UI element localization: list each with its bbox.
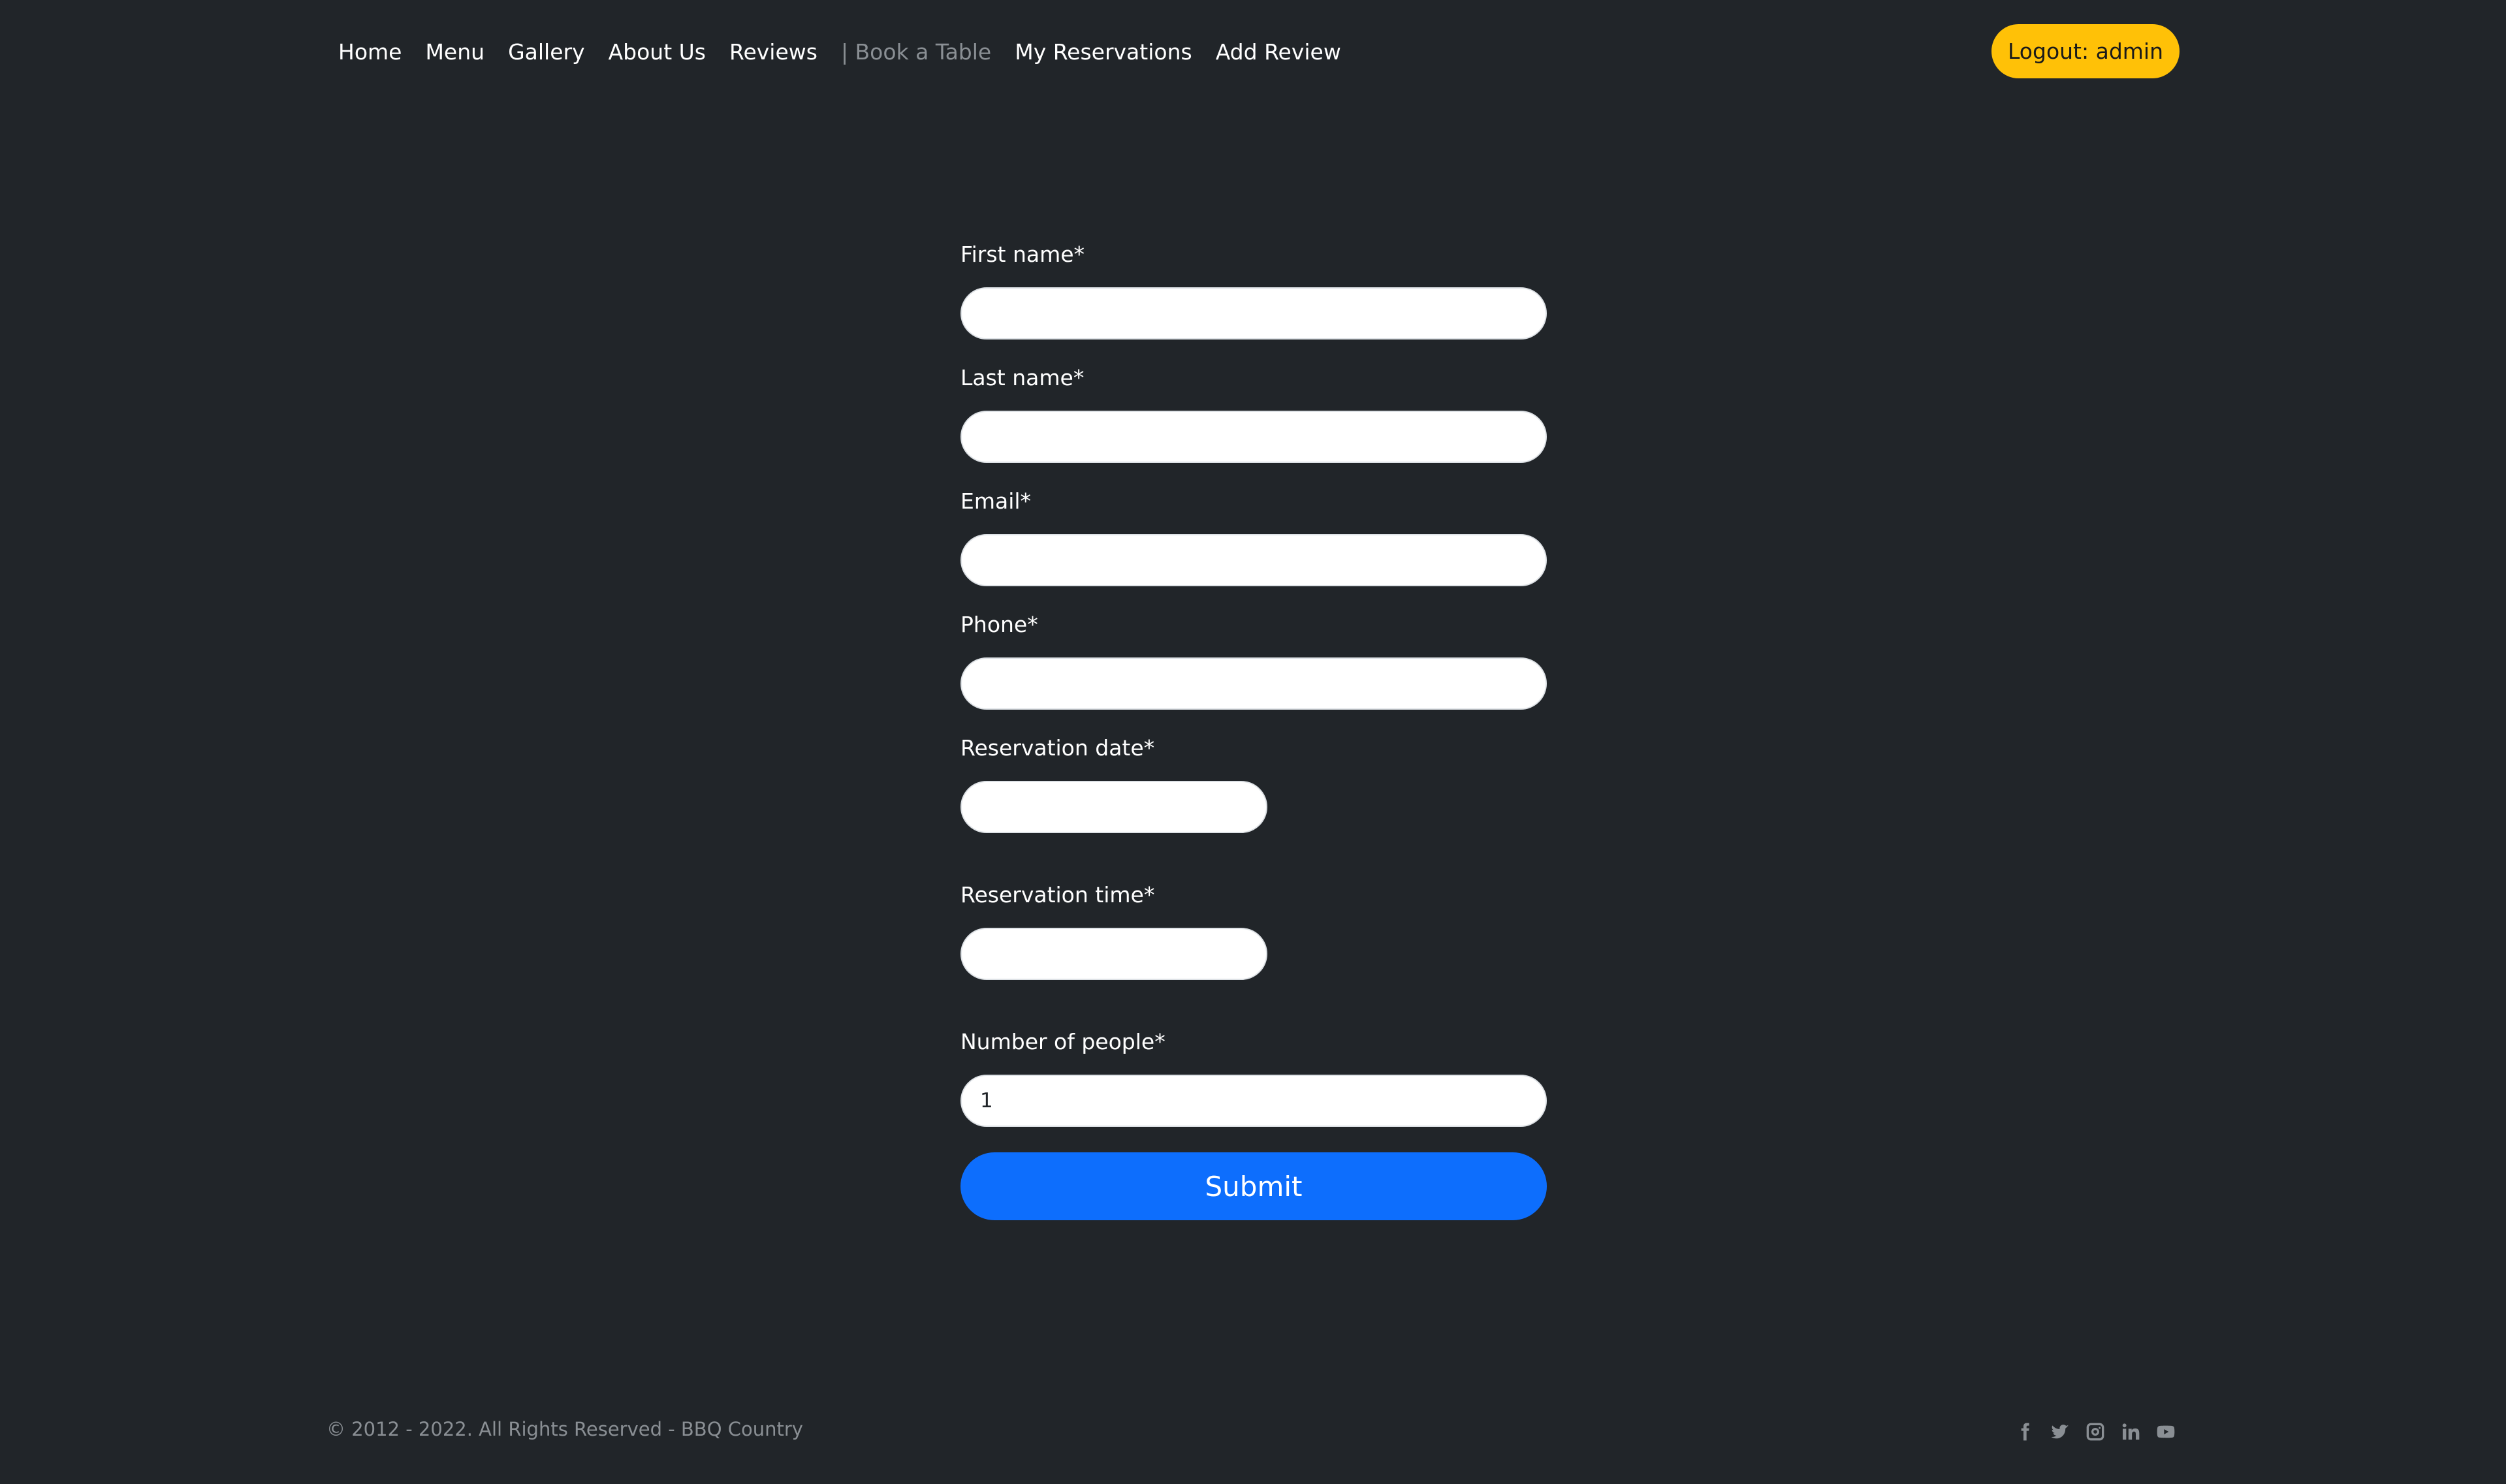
twitter-icon[interactable] [2050,1421,2070,1442]
nav-links: Home Menu Gallery About Us Reviews | Boo… [338,33,1341,72]
nav-link-reviews[interactable]: Reviews [729,33,817,72]
nav-link-menu[interactable]: Menu [425,33,484,72]
logout-button[interactable]: Logout: admin [1991,24,2180,78]
youtube-icon[interactable] [2155,1421,2176,1442]
top-navbar: Home Menu Gallery About Us Reviews | Boo… [0,0,2506,104]
facebook-icon[interactable] [2014,1421,2035,1442]
reservation-date-label: Reservation date* [960,735,1155,761]
email-input[interactable] [960,534,1547,586]
nav-link-add-review[interactable]: Add Review [1216,33,1341,72]
nav-link-book-a-table[interactable]: | Book a Table [841,33,991,72]
reservation-date-input[interactable] [960,781,1267,833]
phone-label: Phone* [960,612,1038,637]
submit-button[interactable]: Submit [960,1152,1547,1220]
copyright-text: © 2012 - 2022. All Rights Reserved - BBQ… [326,1418,803,1440]
linkedin-icon[interactable] [2120,1421,2141,1442]
first-name-input[interactable] [960,287,1547,339]
nav-link-home[interactable]: Home [338,33,402,72]
reservation-time-label: Reservation time* [960,882,1155,908]
email-label: Email* [960,488,1032,514]
number-of-people-input[interactable] [960,1075,1547,1127]
last-name-label: Last name* [960,365,1085,390]
reservation-time-input[interactable] [960,928,1267,980]
instagram-icon[interactable] [2085,1421,2106,1442]
nav-link-about-us[interactable]: About Us [609,33,706,72]
nav-link-gallery[interactable]: Gallery [508,33,585,72]
first-name-label: First name* [960,242,1085,267]
phone-input[interactable] [960,657,1547,710]
nav-link-my-reservations[interactable]: My Reservations [1015,33,1192,72]
last-name-input[interactable] [960,411,1547,463]
social-links [2014,1421,2176,1442]
number-of-people-label: Number of people* [960,1029,1166,1054]
